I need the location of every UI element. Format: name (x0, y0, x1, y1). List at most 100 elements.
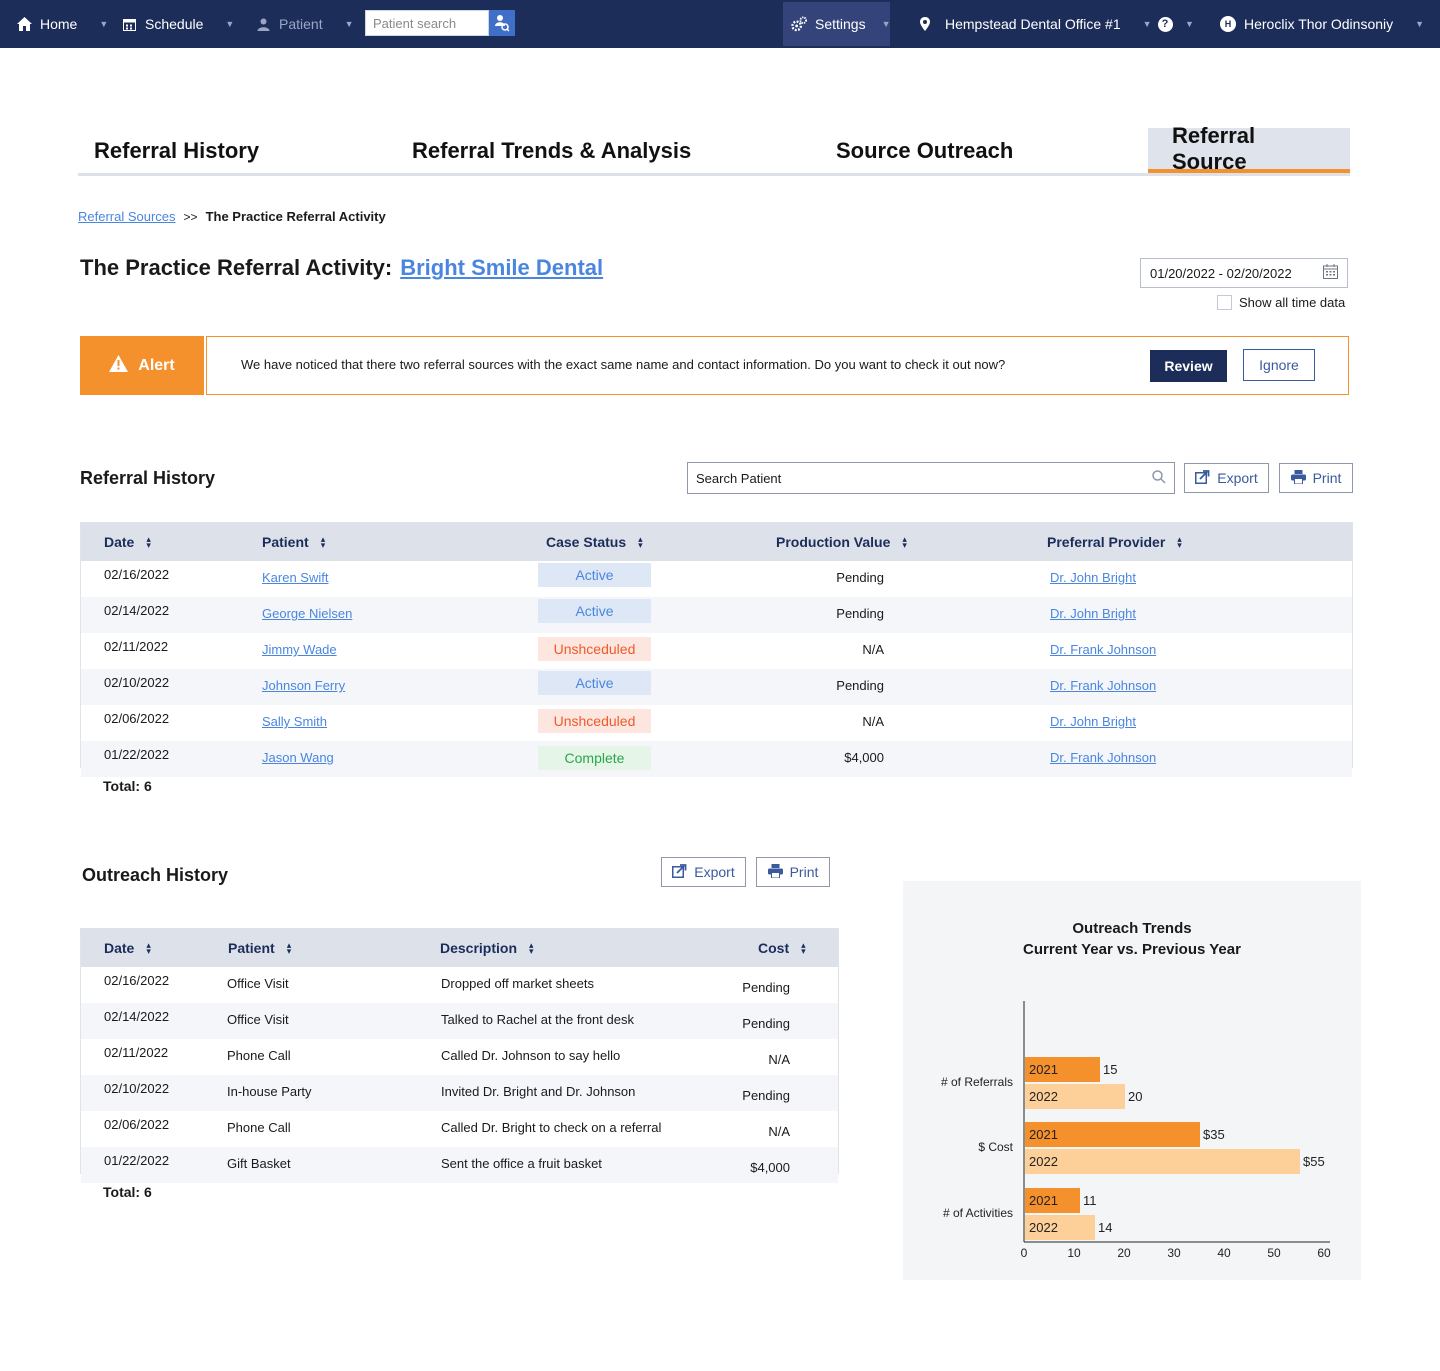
column-header-provider[interactable]: Preferral Provider ▴ ▾ (1047, 534, 1182, 550)
alert-message: We have noticed that there two referral … (241, 357, 1006, 372)
column-header-patient[interactable]: Patient ▴ ▾ (262, 534, 325, 550)
alert-label: Alert (138, 356, 175, 374)
printer-icon (767, 863, 783, 881)
search-patient-input[interactable]: Search Patient (687, 462, 1175, 494)
search-icon[interactable] (1152, 469, 1166, 487)
referral-export-button[interactable]: Export (1184, 463, 1269, 493)
search-patient-placeholder: Search Patient (696, 470, 782, 486)
chevron-down-icon[interactable]: ▼ (345, 19, 354, 29)
table-row[interactable]: 01/22/2022 Jason Wang Complete $4,000 Dr. Fr… (81, 741, 1352, 777)
chevron-down-icon[interactable]: ▼ (99, 19, 108, 29)
user-name: Heroclix Thor Odinsoniy (1244, 16, 1394, 32)
referral-total: Total: 6 (103, 778, 152, 794)
review-button[interactable]: Review (1150, 350, 1227, 382)
cell-activity: Phone Call (227, 1048, 291, 1063)
status-badge: Active (538, 671, 651, 695)
nav-schedule[interactable]: Schedule ▼ (121, 0, 234, 48)
table-row[interactable]: 02/14/2022 Office Visit Talked to Rachel a… (81, 1003, 838, 1039)
breadcrumb-link-referral-sources[interactable]: Referral Sources (78, 209, 176, 224)
nav-home[interactable]: Home ▼ (16, 0, 108, 48)
tab-referral-source[interactable]: Referral Source (1148, 123, 1350, 174)
nav-patient[interactable]: Patient ▼ (255, 0, 354, 48)
referral-print-button[interactable]: Print (1279, 463, 1353, 493)
series-label: 2022 (1029, 1154, 1058, 1169)
chevron-down-icon[interactable]: ▼ (1185, 19, 1194, 29)
series-label: 2021 (1029, 1062, 1058, 1077)
show-all-time-toggle[interactable]: Show all time data (1217, 295, 1345, 310)
cell-description: Sent the office a fruit basket (441, 1156, 602, 1171)
tab-referral-trends[interactable]: Referral Trends & Analysis (412, 128, 691, 173)
outreach-print-button[interactable]: Print (756, 857, 830, 887)
chevron-down-icon[interactable]: ▼ (1415, 19, 1424, 29)
patient-link[interactable]: Jason Wang (262, 750, 334, 765)
provider-link[interactable]: Dr. John Bright (1050, 570, 1136, 585)
cell-production-value: Pending (836, 570, 884, 585)
chevron-down-icon[interactable]: ▼ (882, 19, 891, 29)
home-icon (16, 16, 32, 32)
cell-activity: Phone Call (227, 1120, 291, 1135)
patient-link[interactable]: Jimmy Wade (262, 642, 337, 657)
date-range-picker[interactable]: 01/20/2022 - 02/20/2022 (1140, 258, 1348, 288)
table-row[interactable]: 02/16/2022 Karen Swift Active Pending Dr. Jo… (81, 561, 1352, 597)
patient-link[interactable]: George Nielsen (262, 606, 352, 621)
tab-referral-history[interactable]: Referral History (94, 128, 259, 173)
column-header-production-value[interactable]: Production Value ▴ ▾ (776, 534, 907, 550)
provider-link[interactable]: Dr. Frank Johnson (1050, 750, 1156, 765)
chevron-down-icon[interactable]: ▼ (225, 19, 234, 29)
cell-description: Invited Dr. Bright and Dr. Johnson (441, 1084, 636, 1099)
patient-link[interactable]: Sally Smith (262, 714, 327, 729)
nav-help[interactable]: ? ▼ (1157, 0, 1194, 48)
provider-link[interactable]: Dr. John Bright (1050, 714, 1136, 729)
cell-cost: Pending (742, 980, 790, 995)
provider-link[interactable]: Dr. John Bright (1050, 606, 1136, 621)
data-label: $55 (1303, 1154, 1325, 1169)
alert-badge: Alert (80, 336, 204, 395)
tab-source-outreach[interactable]: Source Outreach (836, 128, 1013, 173)
column-header-case-status[interactable]: Case Status ▴ ▾ (546, 534, 643, 550)
table-row[interactable]: 02/10/2022 Johnson Ferry Active Pending Dr. … (81, 669, 1352, 705)
provider-link[interactable]: Dr. Frank Johnson (1050, 642, 1156, 657)
cell-description: Talked to Rachel at the front desk (441, 1012, 634, 1027)
referral-source-link[interactable]: Bright Smile Dental (400, 255, 603, 281)
column-header-date[interactable]: Date ▴ ▾ (104, 940, 151, 956)
table-row[interactable]: 02/16/2022 Office Visit Dropped off market… (81, 967, 838, 1003)
calendar-icon (121, 16, 137, 32)
cell-date: 02/14/2022 (104, 1009, 170, 1024)
table-row[interactable]: 02/06/2022 Sally Smith Unshceduled N/A Dr. J… (81, 705, 1352, 741)
series-label: 2021 (1029, 1193, 1058, 1208)
column-header-cost[interactable]: Cost ▴ ▾ (758, 940, 806, 956)
patient-link[interactable]: Johnson Ferry (262, 678, 345, 693)
sort-icon: ▴ ▾ (146, 534, 151, 550)
nav-settings[interactable]: Settings ▼ (783, 2, 891, 46)
table-row[interactable]: 01/22/2022 Gift Basket Sent the office a f… (81, 1147, 838, 1183)
cell-cost: Pending (742, 1016, 790, 1031)
outreach-history-title: Outreach History (82, 865, 229, 885)
nav-user-menu[interactable]: H Heroclix Thor Odinsoniy ▼ (1220, 0, 1424, 48)
main-tabs: Referral History Referral Trends & Analy… (78, 123, 1350, 176)
calendar-icon[interactable] (1323, 264, 1338, 282)
table-row[interactable]: 02/10/2022 In-house Party Invited Dr. Brig… (81, 1075, 838, 1111)
outreach-history-table: Date ▴ ▾ Patient ▴ ▾ Description ▴ ▾ Cost ▴ ▾ 02… (80, 928, 839, 1183)
category-label: $ Cost (978, 1140, 1013, 1154)
chevron-down-icon[interactable]: ▼ (1143, 19, 1152, 29)
table-row[interactable]: 02/14/2022 George Nielsen Active Pending Dr.… (81, 597, 1352, 633)
table-row[interactable]: 02/11/2022 Phone Call Called Dr. Johnson t… (81, 1039, 838, 1075)
cell-production-value: N/A (862, 642, 884, 657)
table-row[interactable]: 02/11/2022 Jimmy Wade Unshceduled N/A Dr. Fr… (81, 633, 1352, 669)
outreach-export-button[interactable]: Export (661, 857, 746, 887)
cell-activity: Gift Basket (227, 1156, 291, 1171)
show-all-time-checkbox[interactable] (1217, 295, 1232, 310)
patient-search-button[interactable] (489, 10, 515, 36)
data-label: 15 (1103, 1062, 1117, 1077)
ignore-button[interactable]: Ignore (1243, 349, 1315, 381)
provider-link[interactable]: Dr. Frank Johnson (1050, 678, 1156, 693)
column-header-description[interactable]: Description ▴ ▾ (440, 940, 534, 956)
column-header-patient[interactable]: Patient ▴ ▾ (228, 940, 291, 956)
table-row[interactable]: 02/06/2022 Phone Call Called Dr. Bright to… (81, 1111, 838, 1147)
column-header-date[interactable]: Date ▴ ▾ (104, 534, 151, 550)
cell-date: 02/11/2022 (104, 1045, 169, 1060)
patient-search-input[interactable]: Patient search (365, 10, 489, 36)
nav-patient-label: Patient (279, 16, 323, 32)
nav-office-selector[interactable]: Hempstead Dental Office #1 ▼ (917, 0, 1152, 48)
patient-link[interactable]: Karen Swift (262, 570, 328, 585)
